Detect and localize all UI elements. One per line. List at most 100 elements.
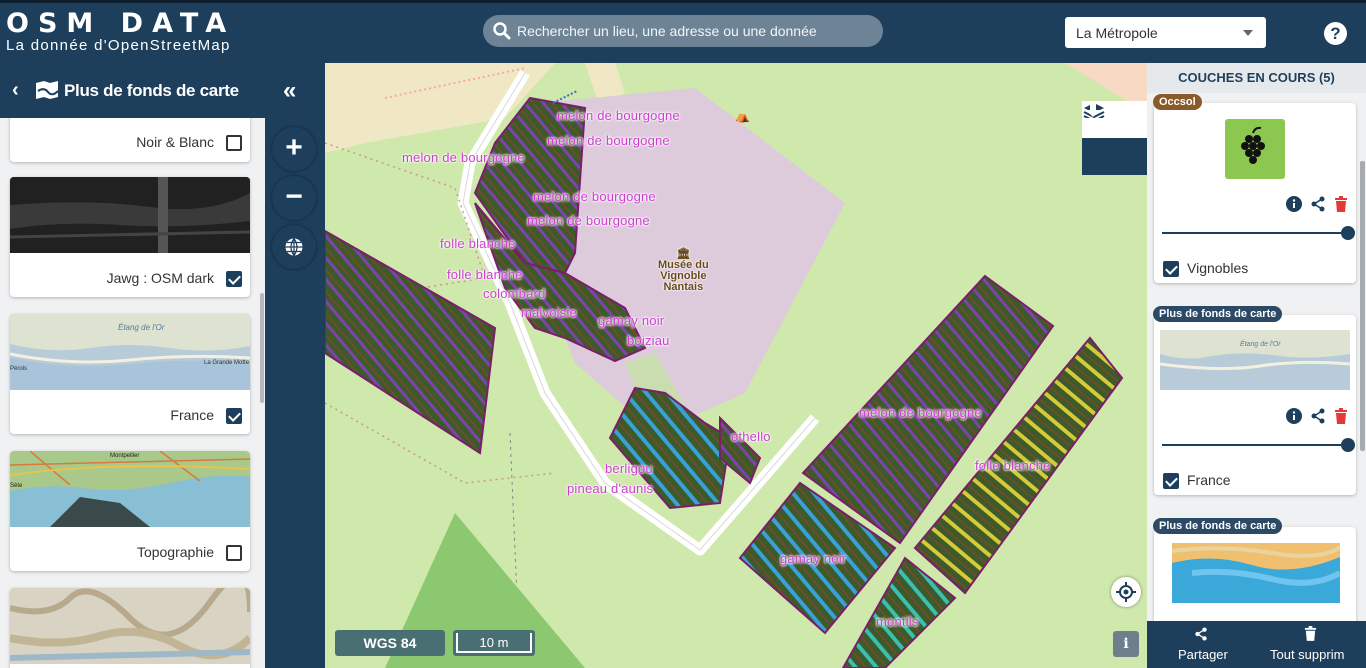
scale-label: 10 m <box>456 633 532 653</box>
layers-scrollbar[interactable] <box>1360 161 1365 451</box>
download-button[interactable] <box>1082 103 1147 175</box>
basemap-label: Topographie <box>136 544 214 560</box>
collapse-sidebar-icon[interactable]: « <box>283 77 296 105</box>
basemap-card-jawg-dark[interactable]: Jawg : OSM dark <box>10 177 250 297</box>
basemap-card-topographie[interactable]: Montpellier Sète Topographie <box>10 451 250 571</box>
basemap-thumbnail <box>10 177 250 253</box>
vineyard-label: othello <box>731 429 771 444</box>
vineyard-label: melon de bourgogne <box>547 133 670 148</box>
vineyard-label: folle blanche <box>440 236 516 251</box>
globe-icon <box>285 238 303 256</box>
search-icon <box>493 22 511 40</box>
layer-thumbnail <box>1172 543 1340 603</box>
layer-card-vignobles: Vignobles <box>1154 103 1356 283</box>
vineyard-label: montils <box>876 614 919 629</box>
layer-name: France <box>1187 472 1231 488</box>
trash-icon[interactable] <box>1334 196 1348 212</box>
basemap-thumbnail <box>10 588 250 664</box>
app-logo[interactable]: OSM DATA La donnée d'OpenStreetMap <box>6 8 236 54</box>
locate-button[interactable] <box>1111 577 1141 607</box>
layer-thumbnail: Étang de l'Or <box>1160 330 1350 390</box>
thumb-text: Montpellier <box>110 453 139 459</box>
help-button[interactable]: ? <box>1324 22 1347 45</box>
basemap-card-noir-blanc[interactable]: Noir & Blanc <box>10 118 250 162</box>
basemap-card-relief[interactable] <box>10 588 250 668</box>
share-icon <box>1195 627 1207 641</box>
active-layers-panel: COUCHES EN COURS (5) Occsol Vignobles Pl… <box>1147 63 1366 668</box>
info-icon[interactable] <box>1286 196 1302 212</box>
sidebar-title: Plus de fonds de carte <box>64 81 239 100</box>
map-controls: « + − <box>265 63 325 668</box>
vineyard-label: boiziau <box>627 333 670 348</box>
scale-bar: 10 m <box>453 630 535 656</box>
vineyard-label: folle blanche <box>447 267 523 282</box>
zoom-in-button[interactable]: + <box>272 127 316 171</box>
vineyard-label: malvoisie <box>521 305 577 320</box>
app-header: OSM DATA La donnée d'OpenStreetMap Reche… <box>0 0 1366 63</box>
vineyard-label: melon de bourgogne <box>533 189 656 204</box>
map-view[interactable]: melon de bourgogne melon de bourgogne me… <box>325 63 1147 668</box>
zoom-out-button[interactable]: − <box>272 176 316 220</box>
layer-tag: Occsol <box>1153 94 1202 110</box>
search-placeholder: Rechercher un lieu, une adresse ou une d… <box>517 23 817 39</box>
crs-indicator[interactable]: WGS 84 <box>335 630 445 656</box>
basemap-checkbox[interactable] <box>226 545 242 561</box>
grapes-icon <box>1241 126 1265 164</box>
thumb-text: Étang de l'Or <box>118 323 165 332</box>
opacity-slider[interactable] <box>1162 438 1355 452</box>
layer-legend <box>1225 119 1285 179</box>
delete-all-button[interactable]: Tout supprim <box>1270 647 1344 662</box>
map-info-button[interactable]: i <box>1113 631 1139 657</box>
active-layers-title: COUCHES EN COURS (5) <box>1147 63 1366 93</box>
vineyard-label: melon de bourgogne <box>557 108 680 123</box>
basemap-checkbox[interactable] <box>226 408 242 424</box>
basemap-thumbnail: Montpellier Sète <box>10 451 250 527</box>
info-icon[interactable] <box>1286 408 1302 424</box>
opacity-slider[interactable] <box>1162 226 1355 240</box>
basemap-sidebar: ‹ Plus de fonds de carte Noir & Blanc Ja… <box>0 63 265 668</box>
map-layers-icon <box>36 81 59 99</box>
share-button[interactable]: Partager <box>1178 647 1228 662</box>
layer-card-france: Étang de l'Or France <box>1154 315 1356 495</box>
sidebar-scrollbar[interactable] <box>260 293 264 403</box>
thumb-text: Étang de l'Or <box>1240 339 1281 348</box>
basemap-checkbox[interactable] <box>226 135 242 151</box>
globe-button[interactable] <box>272 225 316 269</box>
map-tools <box>1082 101 1147 175</box>
share-icon[interactable] <box>1310 408 1326 424</box>
crosshair-icon <box>1116 582 1136 602</box>
sidebar-header: ‹ Plus de fonds de carte <box>0 63 265 118</box>
chevron-down-icon <box>1243 30 1253 36</box>
picnic-icon: ⛺ <box>735 109 750 123</box>
vineyard-label: melon de bourgogne <box>527 213 650 228</box>
vineyard-label: gamay noir <box>598 313 665 328</box>
layer-visibility-checkbox[interactable] <box>1163 473 1179 489</box>
trash-icon <box>1304 626 1317 641</box>
layer-tag: Plus de fonds de carte <box>1153 306 1283 322</box>
vineyard-label: colombard <box>483 286 546 301</box>
download-icon <box>1084 103 1102 122</box>
thumb-text: Pérols <box>10 366 27 372</box>
basemap-list: Noir & Blanc Jawg : OSM dark Étang de l'… <box>0 118 265 668</box>
poi-line: Nantais <box>663 281 704 293</box>
basemap-card-france[interactable]: Étang de l'Or La Grande Motte Pérols Franc… <box>10 314 250 434</box>
layer-actions <box>1286 196 1348 212</box>
trash-icon[interactable] <box>1334 408 1348 424</box>
vineyard-label: melon de bourgogne <box>859 405 982 420</box>
layer-actions <box>1286 408 1348 424</box>
basemap-checkbox[interactable] <box>226 271 242 287</box>
vineyard-label: gamay noir <box>780 551 847 566</box>
vineyard-label: folle blanche <box>975 458 1051 473</box>
share-icon[interactable] <box>1310 196 1326 212</box>
logo-title: OSM DATA <box>6 8 236 39</box>
thumb-text: La Grande Motte <box>204 360 250 366</box>
basemap-label: Jawg : OSM dark <box>106 270 214 286</box>
layer-visibility-checkbox[interactable] <box>1163 261 1179 277</box>
layers-footer: Partager Tout supprim <box>1147 621 1366 668</box>
search-input[interactable]: Rechercher un lieu, une adresse ou une d… <box>483 15 883 47</box>
layer-tag: Plus de fonds de carte <box>1153 518 1283 534</box>
back-chevron-icon[interactable]: ‹ <box>12 79 19 102</box>
museum-poi[interactable]: 🏛 Musée du Vignoble Nantais <box>658 249 709 293</box>
region-select[interactable]: La Métropole <box>1065 17 1266 48</box>
layer-name: Vignobles <box>1187 260 1249 276</box>
